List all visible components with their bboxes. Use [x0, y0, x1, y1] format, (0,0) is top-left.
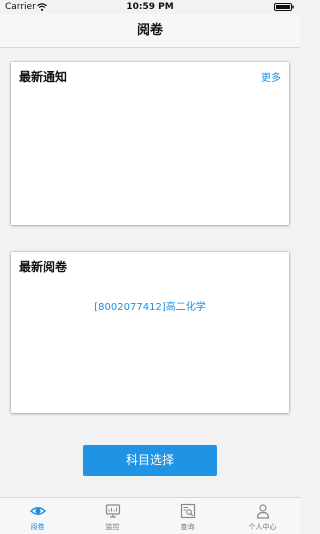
tab-label: 个人中心	[248, 523, 277, 531]
eye-icon	[29, 507, 46, 515]
recent-exams-card: 最新阅卷 [8002077412]高二化学	[11, 252, 289, 413]
notices-title: 最新通知	[19, 70, 68, 84]
tab-grading[interactable]: 阅卷	[0, 498, 75, 534]
battery-icon	[274, 3, 294, 11]
monitor-icon	[105, 504, 120, 518]
exam-item-link[interactable]: [8002077412]高二化学	[11, 298, 289, 313]
recent-exams-title: 最新阅卷	[19, 260, 68, 274]
status-bar: Carrier 10:59 PM	[0, 0, 300, 14]
notices-card: 最新通知 更多	[11, 62, 289, 225]
page-title: 阅卷	[136, 23, 163, 38]
subject-select-button[interactable]: 科目选择	[83, 445, 217, 476]
more-notices-link[interactable]: 更多	[261, 69, 281, 84]
clock: 10:59 PM	[126, 2, 174, 12]
search-document-icon	[180, 503, 195, 519]
tab-query[interactable]: 查询	[150, 498, 225, 534]
tab-label: 阅卷	[30, 523, 45, 531]
tab-bar: 阅卷 监控 查询 个人中心	[0, 497, 300, 534]
tab-label: 查询	[180, 523, 195, 531]
tab-monitor[interactable]: 监控	[75, 498, 150, 534]
person-icon	[256, 504, 269, 519]
tab-label: 监控	[105, 523, 120, 531]
navigation-bar: 阅卷	[0, 14, 300, 48]
tab-profile[interactable]: 个人中心	[225, 498, 300, 534]
